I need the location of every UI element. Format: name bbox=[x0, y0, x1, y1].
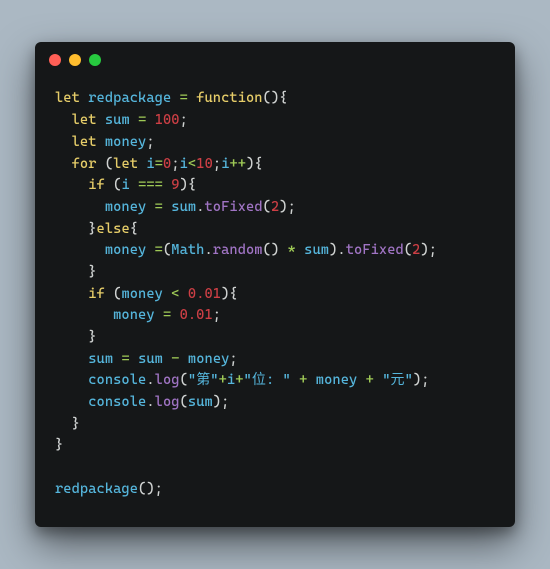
minimize-icon[interactable] bbox=[69, 54, 81, 66]
kw-let: let bbox=[55, 90, 80, 106]
close-icon[interactable] bbox=[49, 54, 61, 66]
id-redpackage: redpackage bbox=[88, 90, 171, 106]
call-redpackage: redpackage bbox=[55, 481, 138, 497]
code-window: let redpackage = function(){ let sum = 1… bbox=[35, 42, 515, 526]
kw-if: if bbox=[88, 177, 105, 193]
zoom-icon[interactable] bbox=[89, 54, 101, 66]
kw-function: function bbox=[196, 90, 262, 106]
code-block: let redpackage = function(){ let sum = 1… bbox=[35, 78, 515, 526]
kw-else: else bbox=[97, 221, 130, 237]
kw-for: for bbox=[72, 156, 97, 172]
titlebar bbox=[35, 42, 515, 78]
